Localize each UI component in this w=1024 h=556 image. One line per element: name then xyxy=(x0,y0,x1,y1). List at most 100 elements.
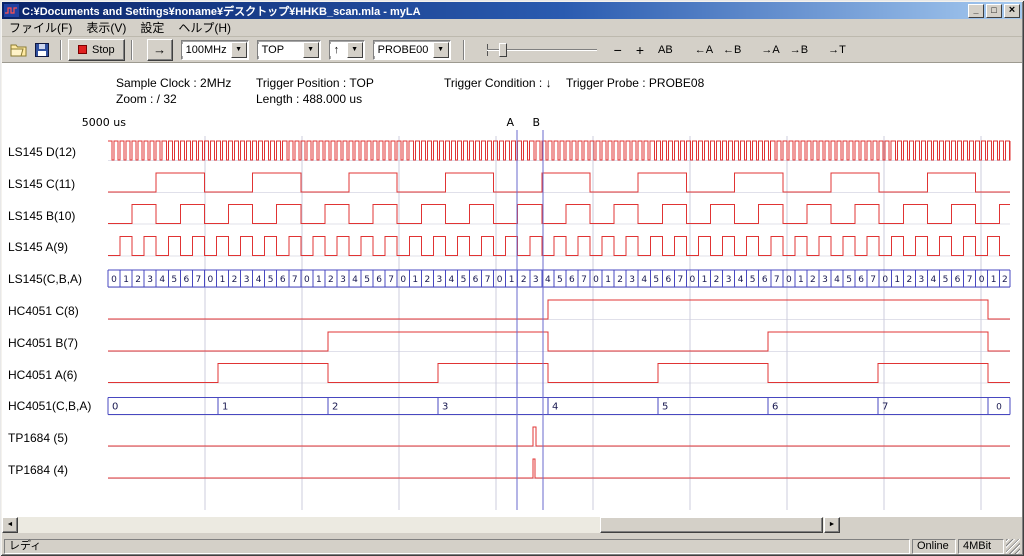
channel-label[interactable]: HC4051 C(8) xyxy=(8,304,79,318)
waveform-HC4051 C(8) xyxy=(108,300,1010,319)
bus-value: 7 xyxy=(678,275,684,285)
menu-settings[interactable]: 設定 xyxy=(133,17,171,38)
scrollbar-strip: ◄ ► xyxy=(2,517,1022,537)
bus-value: 0 xyxy=(996,402,1002,412)
bus-value: 0 xyxy=(400,275,406,285)
bus-value: 7 xyxy=(292,275,298,285)
trigger-position-select[interactable]: TOP ▼ xyxy=(257,40,321,60)
scroll-left-button[interactable]: ◄ xyxy=(2,517,18,533)
length-info: Length : 488.000 us xyxy=(256,92,362,106)
bus-value: 1 xyxy=(412,275,418,285)
toolbar-separator xyxy=(60,40,62,60)
trigger-edge-select[interactable]: ↑ ▼ xyxy=(329,40,365,60)
bus-value: 7 xyxy=(196,275,202,285)
bus-value: 7 xyxy=(774,275,780,285)
bus-value: 7 xyxy=(870,275,876,285)
bus-value: 3 xyxy=(244,275,250,285)
channel-label[interactable]: HC4051(C,B,A) xyxy=(8,399,91,413)
bus-value: 3 xyxy=(726,275,732,285)
bus-value: 7 xyxy=(882,401,888,412)
bus-value: 6 xyxy=(376,275,382,285)
goto-b-right-button[interactable]: →B xyxy=(787,42,811,58)
bus-value: 6 xyxy=(280,275,286,285)
waveform-LS145 A(9) xyxy=(108,236,1010,255)
waveform-LS145 D(12) xyxy=(108,141,1010,160)
goto-a-right-button[interactable]: →A xyxy=(758,42,782,58)
chevron-down-icon[interactable]: ▼ xyxy=(347,42,363,58)
stop-button[interactable]: Stop xyxy=(68,39,125,61)
zoom-out-button[interactable]: − xyxy=(611,40,625,60)
bus-value: 3 xyxy=(822,275,828,285)
sample-rate-select[interactable]: 100MHz ▼ xyxy=(181,40,249,60)
bus-value: 1 xyxy=(220,275,226,285)
cursor-ab-button[interactable]: AB xyxy=(655,42,676,58)
waveform-LS145 C(11) xyxy=(108,173,1010,192)
open-button[interactable] xyxy=(6,39,30,61)
minimize-button[interactable]: _ xyxy=(968,4,984,18)
bus-value: 1 xyxy=(702,275,708,285)
run-button[interactable]: → xyxy=(147,39,173,61)
close-button[interactable]: × xyxy=(1004,4,1020,18)
toolbar: Stop → 100MHz ▼ TOP ▼ ↑ ▼ PROBE00 ▼ − + … xyxy=(2,37,1022,63)
cursor-a-label: A xyxy=(506,116,514,129)
zoom-slider-thumb[interactable] xyxy=(499,43,507,57)
menubar: ファイル(F) 表示(V) 設定 ヘルプ(H) xyxy=(2,19,1022,37)
bus-value: 2 xyxy=(617,275,623,285)
channel-label[interactable]: TP1684 (5) xyxy=(8,431,68,445)
goto-b-left-button[interactable]: ←B xyxy=(720,42,744,58)
trigger-probe-select[interactable]: PROBE00 ▼ xyxy=(373,40,451,60)
scroll-right-button[interactable]: ► xyxy=(824,517,840,533)
bus-value: 1 xyxy=(798,275,804,285)
goto-trigger-button[interactable]: →T xyxy=(825,42,849,58)
bus-value: 1 xyxy=(991,275,997,285)
waveform-TP1684 (5) xyxy=(108,427,1010,446)
horizontal-scrollbar[interactable]: ◄ ► xyxy=(2,517,840,533)
bus-value: 7 xyxy=(388,275,394,285)
channel-label[interactable]: LS145 D(12) xyxy=(8,145,76,159)
menu-view[interactable]: 表示(V) xyxy=(79,17,133,38)
waveform-canvas[interactable]: 5000 us012345670123456701234567012345670… xyxy=(0,112,1024,517)
zoom-in-button[interactable]: + xyxy=(633,40,647,60)
bus-value: 6 xyxy=(762,275,768,285)
channel-label[interactable]: TP1684 (4) xyxy=(8,463,68,477)
bus-value: 7 xyxy=(967,275,973,285)
sample-rate-value: 100MHz xyxy=(182,44,231,56)
goto-a-left-button[interactable]: ←A xyxy=(692,42,716,58)
bus-value: 4 xyxy=(931,275,937,285)
zoom-slider[interactable] xyxy=(487,40,597,60)
bus-value: 1 xyxy=(123,275,129,285)
bus-value: 0 xyxy=(690,275,696,285)
bus-value: 2 xyxy=(332,401,338,412)
maximize-button[interactable]: □ xyxy=(986,4,1002,18)
channel-label[interactable]: HC4051 B(7) xyxy=(8,336,78,350)
channel-label[interactable]: LS145 B(10) xyxy=(8,209,75,223)
bus-value: 3 xyxy=(533,275,539,285)
chevron-down-icon[interactable]: ▼ xyxy=(433,42,449,58)
bus-value: 0 xyxy=(593,275,599,285)
bus-value: 4 xyxy=(545,275,551,285)
bus-value: 6 xyxy=(569,275,575,285)
channel-label[interactable]: LS145(C,B,A) xyxy=(8,272,82,286)
time-scale-label: 5000 us xyxy=(82,116,126,129)
bus-value: 4 xyxy=(449,275,455,285)
statusbar: レディ Online 4MBit xyxy=(2,537,1022,554)
channel-label[interactable]: HC4051 A(6) xyxy=(8,368,77,382)
chevron-down-icon[interactable]: ▼ xyxy=(231,42,247,58)
stop-label: Stop xyxy=(92,44,115,56)
scrollbar-thumb[interactable] xyxy=(600,517,823,533)
bus-value: 2 xyxy=(810,275,816,285)
channel-label[interactable]: LS145 A(9) xyxy=(8,240,68,254)
bus-value: 6 xyxy=(772,401,778,412)
bus-value: 2 xyxy=(232,275,238,285)
bus-value: 2 xyxy=(1002,275,1008,285)
bus-value: 3 xyxy=(919,275,925,285)
bus-value: 4 xyxy=(352,275,358,285)
trigger-condition-info: Trigger Condition : ↓ xyxy=(444,76,552,90)
chevron-down-icon[interactable]: ▼ xyxy=(303,42,319,58)
zoom-info: Zoom : / 32 xyxy=(116,92,177,106)
resize-grip[interactable] xyxy=(1006,539,1020,554)
menu-help[interactable]: ヘルプ(H) xyxy=(171,17,238,38)
channel-label[interactable]: LS145 C(11) xyxy=(8,177,75,191)
save-button[interactable] xyxy=(30,39,54,61)
menu-file[interactable]: ファイル(F) xyxy=(2,17,79,38)
